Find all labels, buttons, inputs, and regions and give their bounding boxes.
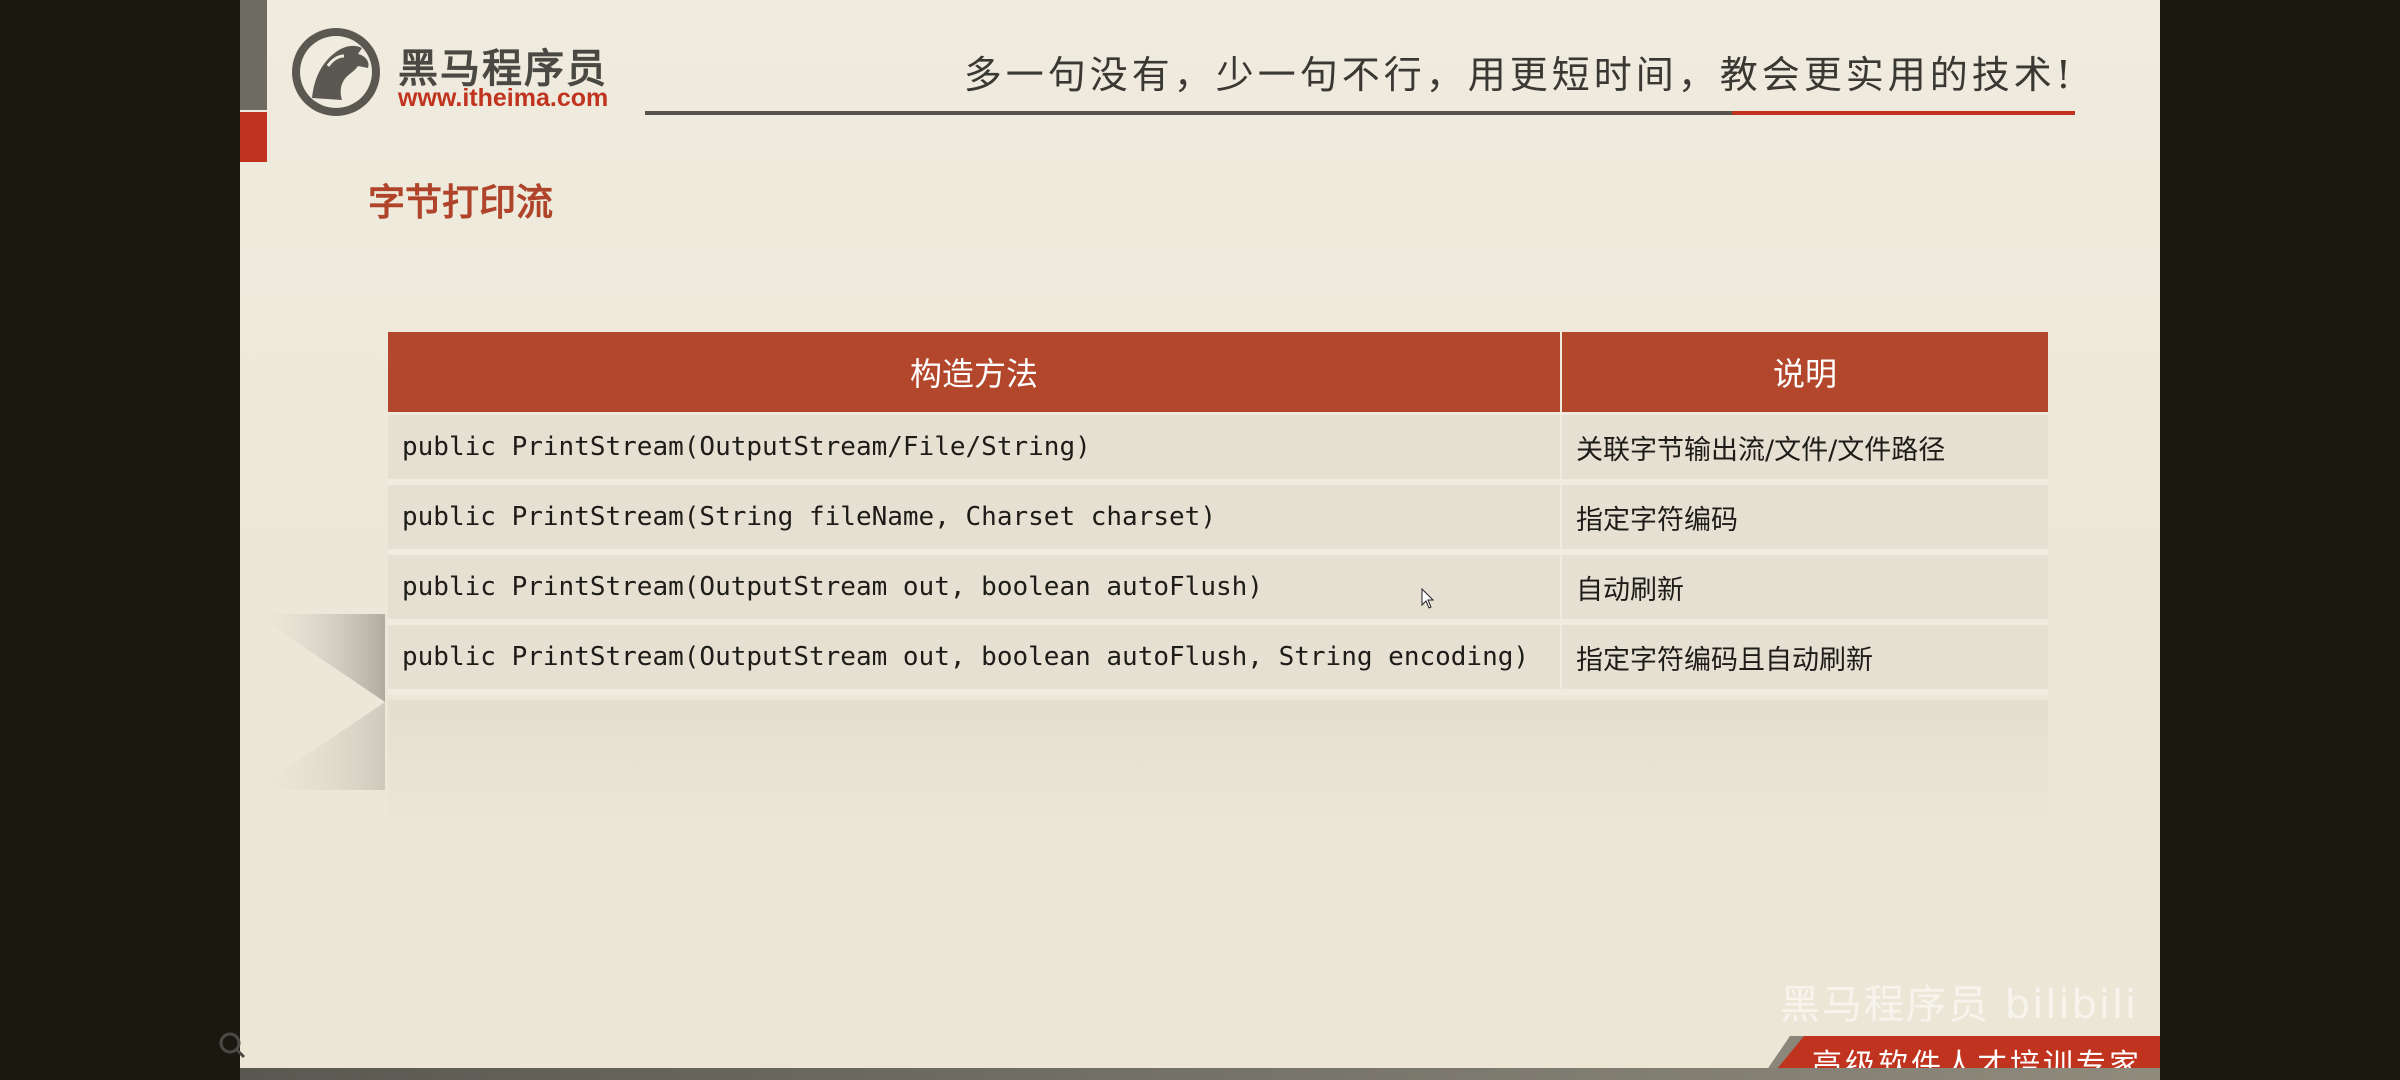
logo-url: www.itheima.com: [398, 84, 609, 112]
table-row: public PrintStream(OutputStream/File/Str…: [388, 415, 2048, 485]
table-row: public PrintStream(OutputStream out, boo…: [388, 555, 2048, 625]
horse-head-logo-icon: [292, 28, 380, 116]
table-row: public PrintStream(String fileName, Char…: [388, 485, 2048, 555]
mouse-pointer-icon: [1421, 588, 1435, 609]
corner-accent-gray: [240, 0, 267, 110]
column-header-desc: 说明: [1562, 332, 2048, 415]
header-slogan: 多一句没有，少一句不行，用更短时间，教会更实用的技术!: [963, 53, 2075, 97]
desc-cell: 自动刷新: [1562, 555, 2048, 625]
slide-title: 字节打印流: [368, 181, 553, 224]
corner-accent-red: [240, 112, 267, 162]
table-row: public PrintStream(OutputStream out, boo…: [388, 625, 2048, 695]
method-cell: public PrintStream(OutputStream/File/Str…: [388, 415, 1562, 485]
decorative-triangle: [255, 614, 385, 790]
column-header-method: 构造方法: [388, 332, 1562, 415]
desc-cell: 关联字节输出流/文件/文件路径: [1562, 415, 2048, 485]
slide-bottom-bar: [240, 1068, 2160, 1080]
desc-cell: 指定字符编码: [1562, 485, 2048, 555]
search-icon[interactable]: [217, 1030, 247, 1060]
method-cell: public PrintStream(OutputStream out, boo…: [388, 625, 1562, 695]
table-header-row: 构造方法 说明: [388, 332, 2048, 415]
method-cell: public PrintStream(OutputStream out, boo…: [388, 555, 1562, 625]
video-watermark: 黑马程序员 bilibili: [1780, 982, 2139, 1028]
header-divider: [645, 111, 2075, 115]
method-cell: public PrintStream(String fileName, Char…: [388, 485, 1562, 555]
constructor-table: 构造方法 说明 public PrintStream(OutputStream/…: [388, 332, 2048, 695]
brand-logo: 黑马程序员 www.itheima.com: [288, 26, 648, 118]
table-reflection: [388, 700, 2048, 830]
desc-cell: 指定字符编码且自动刷新: [1562, 625, 2048, 695]
presentation-slide: 黑马程序员 www.itheima.com 多一句没有，少一句不行，用更短时间，…: [240, 0, 2160, 1080]
screen: 黑马程序员 www.itheima.com 多一句没有，少一句不行，用更短时间，…: [0, 0, 2400, 1080]
